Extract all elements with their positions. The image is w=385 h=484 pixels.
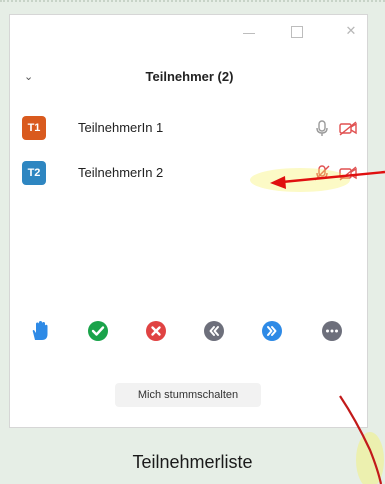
- yes-check-icon[interactable]: [86, 319, 110, 343]
- minimize-icon[interactable]: [238, 23, 260, 41]
- participants-panel: ✕ ⌄ Teilnehmer (2) T1 TeilnehmerIn 1 T2 …: [9, 14, 368, 428]
- avatar: T2: [22, 161, 46, 185]
- reaction-toolbar: [10, 317, 369, 347]
- go-slower-icon[interactable]: [202, 319, 226, 343]
- video-off-icon[interactable]: [338, 118, 358, 138]
- mic-muted-icon[interactable]: [312, 163, 332, 183]
- raise-hand-icon[interactable]: [28, 319, 52, 343]
- caption: Teilnehmerliste: [132, 452, 253, 472]
- more-icon[interactable]: [320, 319, 344, 343]
- avatar: T1: [22, 116, 46, 140]
- participant-name: TeilnehmerIn 2: [78, 165, 164, 180]
- participant-row[interactable]: T2 TeilnehmerIn 2: [10, 158, 369, 188]
- video-off-icon[interactable]: [338, 163, 358, 183]
- participant-row[interactable]: T1 TeilnehmerIn 1: [10, 113, 369, 143]
- mic-icon[interactable]: [312, 118, 332, 138]
- dotted-frame-border: [0, 0, 385, 6]
- no-x-icon[interactable]: [144, 319, 168, 343]
- maximize-icon[interactable]: [286, 23, 308, 41]
- go-faster-icon[interactable]: [260, 319, 284, 343]
- participant-name: TeilnehmerIn 1: [78, 120, 164, 135]
- panel-title: Teilnehmer (2): [145, 69, 234, 84]
- close-icon[interactable]: ✕: [340, 23, 362, 41]
- mute-me-button[interactable]: Mich stummschalten: [115, 383, 261, 407]
